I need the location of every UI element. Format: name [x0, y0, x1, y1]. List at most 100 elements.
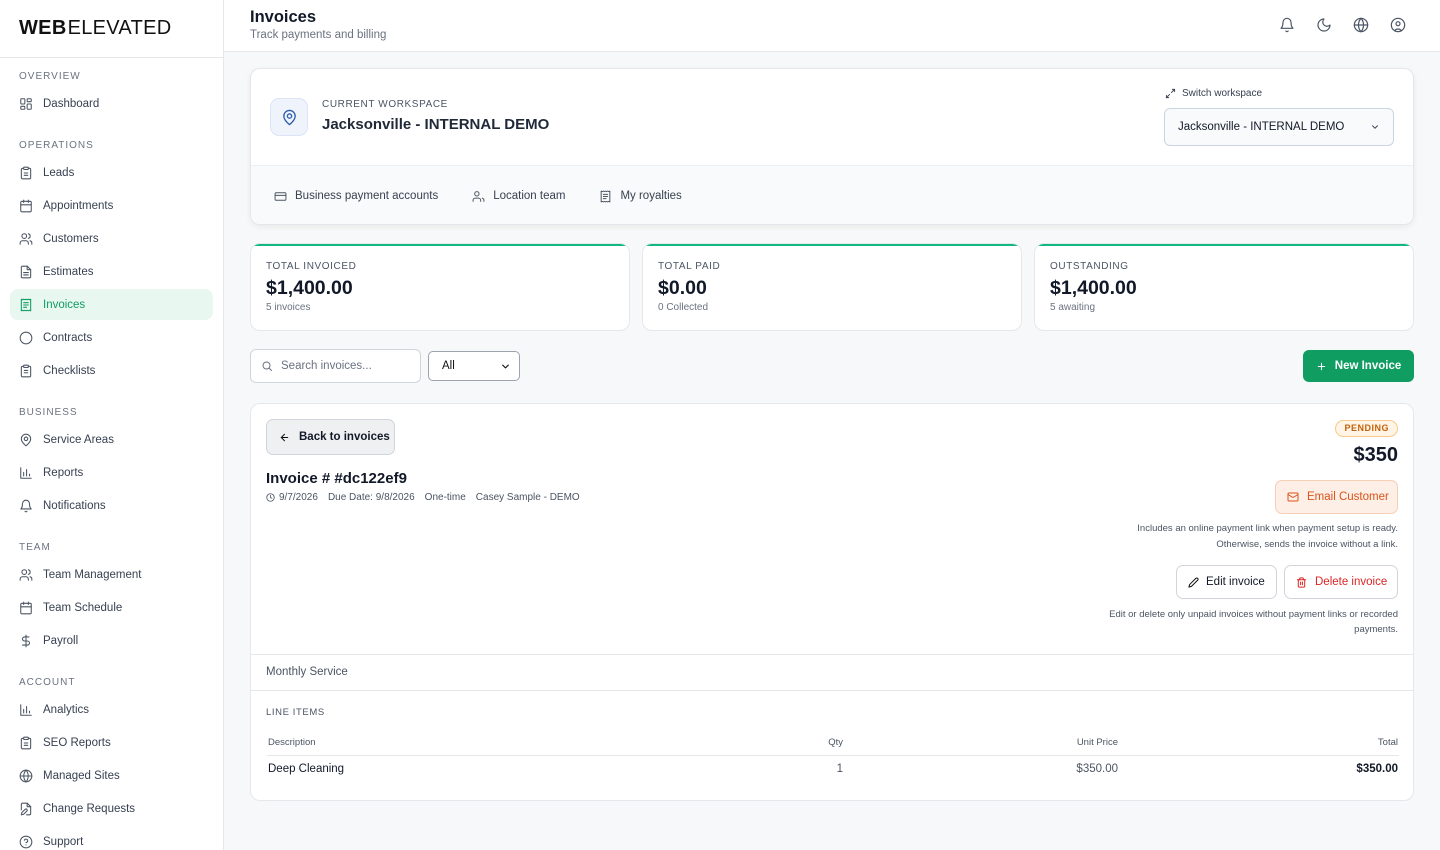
dashboard-icon	[19, 97, 33, 111]
sidebar-item-label: Service Areas	[43, 433, 114, 446]
column-header-description: Description	[267, 730, 687, 756]
switch-workspace-label: Switch workspace	[1165, 88, 1262, 99]
checklist-icon	[19, 364, 33, 378]
column-header-unit-price: Unit Price	[844, 730, 1119, 756]
stat-value: $1,400.00	[1050, 277, 1137, 299]
sidebar-item-label: Managed Sites	[43, 769, 120, 782]
line-item-total: $350.00	[1356, 763, 1398, 776]
line-item-description: Deep Cleaning	[268, 763, 345, 776]
sidebar-item-appointments[interactable]: Appointments	[10, 190, 213, 221]
sidebar-item-seo-reports[interactable]: SEO Reports	[10, 727, 213, 758]
sidebar: WEB ELEVATED OVERVIEW Dashboard OPERATIONS L…	[0, 0, 224, 850]
invoice-number: Invoice # #dc122ef9	[266, 470, 407, 487]
file-edit-icon	[19, 802, 33, 816]
bell-icon	[19, 499, 33, 513]
globe-icon	[19, 769, 33, 783]
sidebar-item-service-areas[interactable]: Service Areas	[10, 424, 213, 455]
users-icon	[19, 232, 33, 246]
sidebar-item-payroll[interactable]: Payroll	[10, 625, 213, 656]
location-team-link[interactable]: Location team	[472, 190, 565, 203]
sidebar-section-title: TEAM	[19, 542, 51, 553]
stat-label: TOTAL INVOICED	[266, 261, 357, 272]
sidebar-item-label: SEO Reports	[43, 736, 111, 749]
help-circle-icon	[19, 835, 33, 849]
location-team-label: Location team	[493, 190, 566, 202]
workspace-name: Jacksonville - INTERNAL DEMO	[322, 116, 550, 133]
globe-icon[interactable]	[1353, 17, 1369, 33]
calendar-icon	[19, 601, 33, 615]
new-invoice-button[interactable]: New Invoice	[1303, 350, 1414, 382]
line-items-table: Description Qty Unit Price Total Deep Cl…	[267, 730, 1399, 783]
sidebar-item-team-management[interactable]: Team Management	[10, 559, 213, 590]
sidebar-item-analytics[interactable]: Analytics	[10, 694, 213, 725]
sidebar-item-label: Team Management	[43, 568, 142, 581]
search-icon	[261, 360, 273, 372]
line-items-header-row: Description Qty Unit Price Total	[267, 730, 1399, 756]
sidebar-item-support[interactable]: Support	[10, 826, 213, 850]
arrow-left-icon	[279, 432, 290, 443]
email-customer-label: Email Customer	[1307, 491, 1389, 503]
sidebar-item-checklists[interactable]: Checklists	[10, 355, 213, 386]
sidebar-item-label: Support	[43, 835, 84, 848]
sidebar-item-label: Reports	[43, 466, 84, 479]
sidebar-item-label: Estimates	[43, 265, 94, 278]
mail-icon	[1287, 491, 1299, 503]
status-badge: PENDING	[1335, 420, 1398, 437]
moon-icon[interactable]	[1316, 17, 1332, 33]
email-help-text: Includes an online payment link when pay…	[1137, 521, 1398, 553]
brand-logo-part-1: WEB	[19, 17, 67, 39]
stat-note: 5 invoices	[266, 302, 311, 313]
sidebar-item-label: Payroll	[43, 634, 79, 647]
back-to-invoices-label: Back to invoices	[299, 431, 390, 443]
business-payment-accounts-link[interactable]: Business payment accounts	[274, 190, 438, 203]
sidebar-item-label: Contracts	[43, 331, 93, 344]
email-customer-button[interactable]: Email Customer	[1275, 480, 1398, 514]
invoice-meta: 9/7/2026 Due Date: 9/8/2026 One-time Cas…	[266, 492, 580, 503]
sidebar-item-invoices[interactable]: Invoices	[10, 289, 213, 320]
sidebar-item-contracts[interactable]: Contracts	[10, 322, 213, 353]
stat-value: $1,400.00	[266, 277, 353, 299]
delete-invoice-button[interactable]: Delete invoice	[1284, 565, 1398, 599]
sidebar-item-label: Appointments	[43, 199, 114, 212]
stat-value: $0.00	[658, 277, 707, 299]
sidebar-item-notifications[interactable]: Notifications	[10, 490, 213, 521]
workspace-select[interactable]: Jacksonville - INTERNAL DEMO	[1164, 108, 1394, 146]
brand-logo[interactable]: WEB ELEVATED	[0, 0, 223, 58]
column-header-qty: Qty	[687, 730, 844, 756]
sidebar-item-leads[interactable]: Leads	[10, 157, 213, 188]
search-input[interactable]	[281, 360, 411, 372]
status-filter-select[interactable]: All	[428, 351, 520, 381]
pencil-icon	[1188, 577, 1199, 588]
user-avatar-icon[interactable]	[1390, 17, 1406, 33]
sidebar-item-dashboard[interactable]: Dashboard	[10, 88, 213, 119]
my-royalties-link[interactable]: My royalties	[599, 190, 682, 203]
edit-invoice-label: Edit invoice	[1206, 576, 1265, 588]
sidebar-item-team-schedule[interactable]: Team Schedule	[10, 592, 213, 623]
business-payment-accounts-label: Business payment accounts	[295, 190, 439, 202]
status-filter-value: All	[442, 360, 455, 372]
edit-help-text: Edit or delete only unpaid invoices with…	[1109, 609, 1398, 635]
sidebar-item-managed-sites[interactable]: Managed Sites	[10, 760, 213, 791]
sidebar-item-customers[interactable]: Customers	[10, 223, 213, 254]
edit-invoice-button[interactable]: Edit invoice	[1176, 565, 1277, 599]
bell-icon[interactable]	[1279, 17, 1295, 33]
sidebar-section-title: OPERATIONS	[19, 140, 94, 151]
sidebar-item-change-requests[interactable]: Change Requests	[10, 793, 213, 824]
stat-note: 0 Collected	[658, 302, 709, 313]
invoice-detail-card: Back to invoices Invoice # #dc122ef9 9/7…	[250, 403, 1414, 801]
credit-card-icon	[274, 190, 287, 203]
brand-logo-part-2: ELEVATED	[67, 17, 172, 39]
sidebar-item-label: Leads	[43, 166, 75, 179]
dollar-icon	[19, 634, 33, 648]
circle-icon	[19, 331, 33, 345]
sidebar-item-reports[interactable]: Reports	[10, 457, 213, 488]
line-items-title: LINE ITEMS	[266, 707, 325, 718]
calendar-icon	[19, 199, 33, 213]
invoice-type: One-time	[424, 492, 466, 503]
sidebar-item-label: Team Schedule	[43, 601, 123, 614]
my-royalties-label: My royalties	[620, 190, 682, 202]
sidebar-item-label: Customers	[43, 232, 99, 245]
delete-invoice-label: Delete invoice	[1315, 576, 1388, 588]
back-to-invoices-button[interactable]: Back to invoices	[266, 419, 395, 455]
sidebar-item-estimates[interactable]: Estimates	[10, 256, 213, 287]
